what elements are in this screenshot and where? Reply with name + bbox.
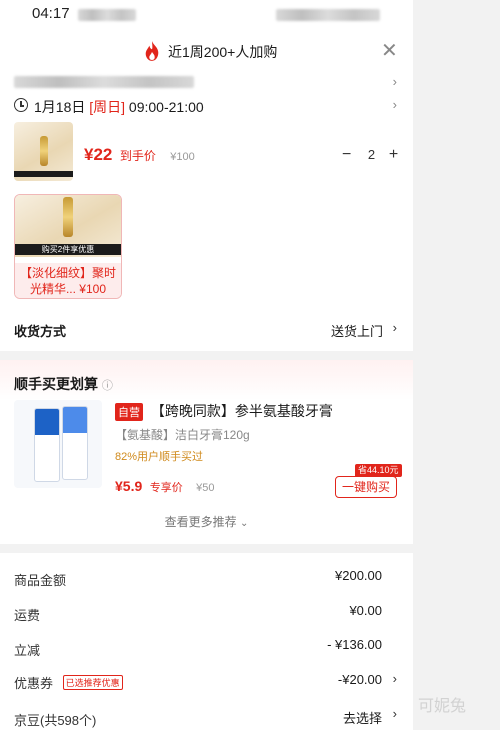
address-row[interactable]: › [0, 72, 413, 92]
addon-title: 顺手买更划算 [14, 376, 98, 392]
order-sheet: 04:17 近1周200+人加购 ✕ › 1月18日 [周日] 09:00-21… [0, 0, 413, 730]
summary-value-goods: ¥200.00 [335, 568, 382, 583]
product-bottle-graphic [40, 136, 48, 166]
coupon-row[interactable]: 优惠券 已选推荐优惠 [14, 673, 123, 692]
shipping-value: 送货上门 [330, 324, 383, 339]
section-divider [0, 351, 413, 360]
status-bar: 04:17 [0, 0, 413, 28]
address-blurred [14, 76, 194, 88]
toothpaste-image[interactable] [14, 400, 102, 488]
gift-bottle-graphic [63, 197, 73, 237]
summary-label-coupon: 优惠券 [14, 676, 54, 691]
addon-title-block: 顺手买更划算 ⓘ [14, 374, 113, 394]
addon-stat: 82%用户顺手买过 [115, 451, 204, 463]
delivery-weekday: [周日] [89, 99, 126, 115]
plus-button[interactable]: + [389, 146, 405, 164]
header-title: 近1周200+人加购 [168, 44, 278, 60]
addon-original-price: ¥50 [196, 482, 215, 494]
tube-graphic [62, 406, 88, 480]
item-original-price: ¥100 [170, 151, 195, 163]
chevron-right-icon: › [392, 671, 397, 686]
see-more-row[interactable]: 查看更多推荐 ⌄ [0, 513, 413, 530]
info-icon[interactable]: ⓘ [102, 380, 113, 392]
coupon-tag: 已选推荐优惠 [62, 675, 123, 690]
gift-card[interactable]: 购买2件享优惠 【淡化细纹】聚时光精华... ¥100 [14, 194, 122, 299]
background-area [413, 0, 500, 730]
one-click-buy-button[interactable]: 一键购买 [335, 476, 397, 498]
tube-graphic [34, 408, 60, 482]
section-divider [0, 544, 413, 553]
ziying-tag: 自营 [115, 403, 143, 421]
watermark: 可妮兔 [418, 698, 467, 715]
summary-value-jingdou[interactable]: 去选择 [343, 708, 382, 727]
gift-image: 购买2件享优惠 [15, 195, 121, 257]
chevron-right-icon: › [392, 74, 397, 89]
item-price-block: ¥22 到手价 ¥100 [84, 145, 195, 165]
addon-name-row: 自营 【跨晚同款】参半氨基酸牙膏 [115, 401, 333, 421]
delivery-time-row[interactable]: 1月18日 [周日] 09:00-21:00 › [0, 95, 413, 117]
summary-value-discount: - ¥136.00 [327, 637, 382, 652]
see-more-link[interactable]: 查看更多推荐 [165, 515, 237, 529]
summary-label-jingdou: 京豆(共598个) [14, 713, 97, 728]
summary-label-discount: 立减 [14, 643, 41, 658]
delivery-date: 1月18日 [34, 99, 86, 115]
delivery-hours: 09:00-21:00 [128, 99, 204, 115]
summary-label-goods: 商品金额 [14, 573, 67, 588]
close-icon[interactable]: ✕ [381, 38, 398, 63]
chevron-right-icon: › [392, 97, 397, 112]
shipping-label: 收货方式 [14, 324, 67, 339]
status-blurred-icons [276, 9, 380, 21]
quantity-stepper: − 2 + [342, 146, 405, 164]
item-price: ¥22 [84, 145, 113, 164]
flame-icon [145, 41, 159, 61]
status-time: 04:17 [32, 5, 70, 22]
addon-price-block: ¥5.9 专享价 ¥50 [115, 478, 215, 496]
quantity-value[interactable]: 2 [362, 147, 380, 162]
product-thumbnail[interactable] [14, 122, 73, 181]
chevron-right-icon: › [392, 706, 397, 721]
status-blurred-info [78, 9, 136, 21]
summary-label-shipping: 运费 [14, 608, 41, 623]
sheet-header: 近1周200+人加购 ✕ [0, 36, 413, 66]
addon-price-label: 专享价 [149, 482, 183, 494]
product-thumb-band [14, 171, 73, 177]
summary-value-coupon[interactable]: -¥20.00 [338, 672, 382, 687]
addon-price: ¥5.9 [115, 478, 143, 494]
addon-spec: 【氨基酸】洁白牙膏120g [115, 428, 250, 442]
addon-name[interactable]: 【跨晚同款】参半氨基酸牙膏 [151, 403, 333, 419]
shipping-row[interactable]: 收货方式 送货上门 › [0, 320, 413, 340]
chevron-down-icon: ⌄ [239, 518, 249, 529]
clock-icon [14, 98, 28, 112]
minus-button[interactable]: − [342, 146, 358, 164]
gift-badge: 购买2件享优惠 [15, 244, 121, 255]
summary-value-shipping: ¥0.00 [349, 603, 382, 618]
gift-caption: 【淡化细纹】聚时光精华... ¥100 [15, 263, 121, 298]
item-price-label: 到手价 [119, 149, 156, 163]
chevron-right-icon: › [392, 320, 397, 335]
